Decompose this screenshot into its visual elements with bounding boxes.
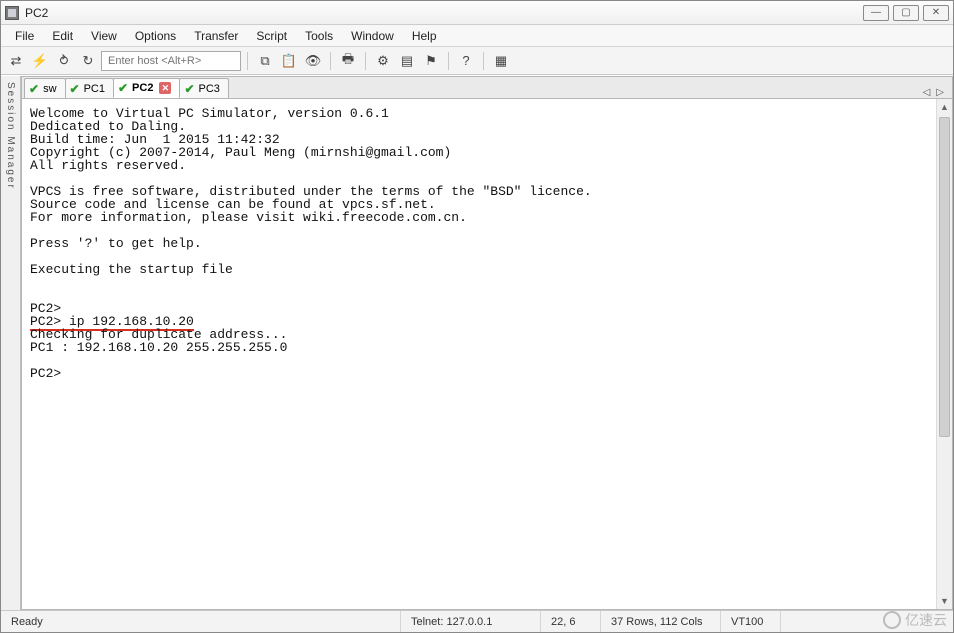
props-icon[interactable]: ▤ — [396, 50, 418, 72]
minimize-button[interactable]: — — [863, 5, 889, 21]
session-manager-label: Session Manager — [5, 82, 16, 190]
terminal-wrap: Welcome to Virtual PC Simulator, version… — [22, 99, 952, 609]
reconnect2-icon[interactable]: ↻ — [77, 50, 99, 72]
paste-icon[interactable]: 📋 — [278, 50, 300, 72]
terminal[interactable]: Welcome to Virtual PC Simulator, version… — [22, 99, 936, 609]
menu-tools[interactable]: Tools — [297, 27, 341, 45]
tab-label: PC2 — [132, 82, 153, 94]
window-title: PC2 — [25, 6, 859, 20]
reconnect-icon[interactable]: ⇄ — [5, 50, 27, 72]
disconnect-icon[interactable]: ⥁ — [53, 50, 75, 72]
menubar: File Edit View Options Transfer Script T… — [1, 25, 953, 47]
status-termtype: VT100 — [721, 611, 781, 632]
mark-icon[interactable]: ⚑ — [420, 50, 442, 72]
tab-prev-icon[interactable]: ◁ — [923, 87, 931, 98]
status-connection: Telnet: 127.0.0.1 — [401, 611, 541, 632]
toolbar-separator — [330, 52, 331, 70]
check-icon: ✔ — [184, 82, 194, 96]
menu-file[interactable]: File — [7, 27, 42, 45]
check-icon: ✔ — [118, 81, 128, 95]
session-manager-panel[interactable]: Session Manager — [1, 76, 21, 610]
check-icon: ✔ — [29, 82, 39, 96]
menu-options[interactable]: Options — [127, 27, 184, 45]
watermark-text: 亿速云 — [905, 610, 947, 630]
toolbar-separator — [448, 52, 449, 70]
content-column: ✔ sw ✔ PC1 ✔ PC2 ✕ ✔ PC3 ◁ ▷ Welc — [21, 76, 953, 610]
help-icon[interactable]: ? — [455, 50, 477, 72]
tab-nav: ◁ ▷ — [923, 87, 952, 98]
menu-help[interactable]: Help — [404, 27, 445, 45]
watermark: 亿速云 — [883, 610, 947, 630]
scroll-up-icon[interactable]: ▲ — [937, 99, 952, 115]
tab-pc2[interactable]: ✔ PC2 ✕ — [113, 78, 180, 98]
close-button[interactable]: ✕ — [923, 5, 949, 21]
tab-sw[interactable]: ✔ sw — [24, 78, 66, 98]
menu-view[interactable]: View — [83, 27, 125, 45]
print-icon[interactable]: 🖶 — [337, 50, 359, 72]
statusbar: Ready Telnet: 127.0.0.1 22, 6 37 Rows, 1… — [1, 610, 953, 632]
tabstrip: ✔ sw ✔ PC1 ✔ PC2 ✕ ✔ PC3 ◁ ▷ — [22, 77, 952, 99]
toolbar-separator — [247, 52, 248, 70]
bolt-icon[interactable]: ⚡ — [29, 50, 51, 72]
tab-label: PC1 — [84, 83, 105, 95]
toolbar-separator — [365, 52, 366, 70]
scroll-down-icon[interactable]: ▼ — [937, 593, 952, 609]
toolbar: ⇄ ⚡ ⥁ ↻ ⧉ 📋 👁 🖶 ⚙ ▤ ⚑ ? ▦ — [1, 47, 953, 75]
find-icon[interactable]: 👁 — [302, 50, 324, 72]
host-input[interactable] — [101, 51, 241, 71]
workspace: Session Manager ✔ sw ✔ PC1 ✔ PC2 ✕ ✔ PC3 — [1, 75, 953, 610]
menu-transfer[interactable]: Transfer — [186, 27, 246, 45]
watermark-icon — [883, 611, 901, 629]
tab-pc1[interactable]: ✔ PC1 — [65, 78, 114, 98]
tab-label: PC3 — [199, 83, 220, 95]
close-tab-icon[interactable]: ✕ — [159, 82, 171, 94]
status-cursor: 22, 6 — [541, 611, 601, 632]
menu-window[interactable]: Window — [343, 27, 402, 45]
check-icon: ✔ — [70, 82, 80, 96]
misc-icon[interactable]: ▦ — [490, 50, 512, 72]
tab-label: sw — [43, 83, 56, 95]
maximize-button[interactable]: ▢ — [893, 5, 919, 21]
toolbar-separator — [483, 52, 484, 70]
gear-icon[interactable]: ⚙ — [372, 50, 394, 72]
status-ready: Ready — [1, 611, 401, 632]
titlebar: PC2 — ▢ ✕ — [1, 1, 953, 25]
app-icon — [5, 6, 19, 20]
menu-edit[interactable]: Edit — [44, 27, 81, 45]
scroll-thumb[interactable] — [939, 117, 950, 437]
status-size: 37 Rows, 112 Cols — [601, 611, 721, 632]
vertical-scrollbar[interactable]: ▲ ▼ — [936, 99, 952, 609]
tab-pc3[interactable]: ✔ PC3 — [179, 78, 228, 98]
tab-next-icon[interactable]: ▷ — [936, 87, 944, 98]
copy-icon[interactable]: ⧉ — [254, 50, 276, 72]
menu-script[interactable]: Script — [248, 27, 295, 45]
